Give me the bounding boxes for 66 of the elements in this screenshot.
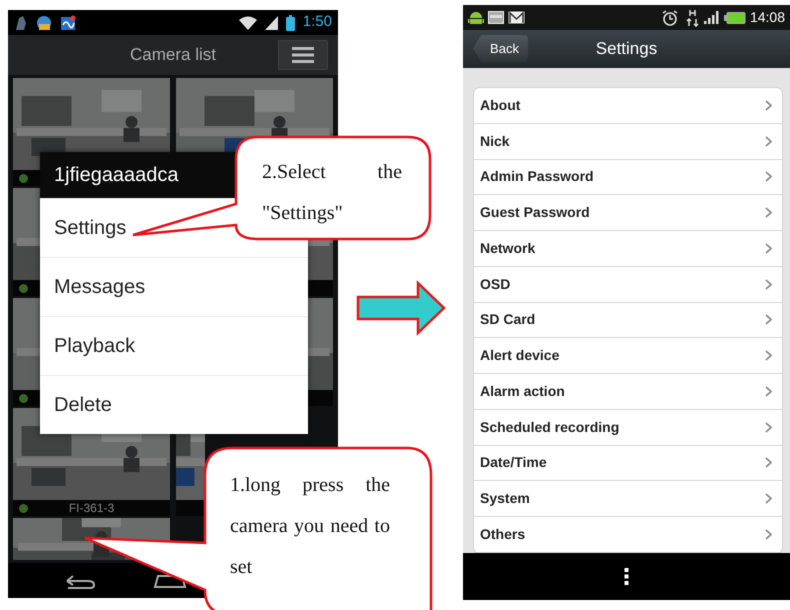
- menu-button[interactable]: [278, 40, 328, 70]
- chevron-icon: [765, 171, 772, 182]
- settings-label: Network: [480, 238, 536, 258]
- chevron-icon: [765, 528, 772, 540]
- chevron-icon: [765, 278, 772, 290]
- list-row[interactable]: About: [474, 88, 782, 124]
- right-arrow-icon: [356, 280, 448, 336]
- mail-icon: [508, 11, 525, 24]
- menu-item[interactable]: Playback: [40, 316, 308, 375]
- settings-label: Alarm action: [480, 382, 565, 401]
- list-row[interactable]: Scheduled recording: [474, 410, 782, 446]
- alarm-clock-icon: [662, 10, 678, 26]
- list-row[interactable]: Network: [474, 231, 782, 267]
- back-button[interactable]: Back: [473, 35, 528, 62]
- android-icon: [468, 10, 484, 24]
- data-arrows-icon: [686, 8, 700, 26]
- list-row[interactable]: System: [474, 481, 782, 517]
- list-row[interactable]: Nick: [474, 124, 782, 160]
- chevron-icon: [765, 242, 772, 254]
- status-time: 1:50: [302, 12, 332, 32]
- callout-text: 1.long press the camera you need to set: [230, 473, 390, 580]
- signal-icon: [704, 11, 720, 24]
- chevron-icon: [765, 314, 772, 326]
- menu-icon: [292, 47, 314, 63]
- menu-item[interactable]: Messages: [40, 257, 308, 316]
- list-row[interactable]: Alarm action: [474, 374, 782, 410]
- app-icon: [14, 14, 28, 30]
- list-row[interactable]: Admin Password: [474, 160, 782, 196]
- settings-label: SD Card: [480, 310, 536, 330]
- settings-label: Guest Password: [480, 203, 590, 222]
- status-time: 14:08: [750, 8, 785, 27]
- settings-label: About: [480, 96, 520, 115]
- chevron-icon: [765, 457, 772, 468]
- settings-label: Nick: [480, 132, 510, 151]
- app-icon: [60, 14, 76, 30]
- chevron-icon: [765, 386, 772, 397]
- image-icon: [488, 11, 504, 24]
- screen-title: Settings: [596, 38, 658, 60]
- list-row[interactable]: OSD: [474, 266, 782, 302]
- battery-icon: [724, 12, 746, 24]
- screen-title: Camera list: [130, 44, 216, 66]
- app-icon: [36, 14, 52, 30]
- camera-label-bar: [176, 500, 205, 516]
- settings-label: Admin Password: [480, 167, 594, 186]
- chevron-icon: [765, 422, 772, 433]
- settings-label: Alert device: [480, 346, 560, 366]
- camera-name: FI-361-3: [68, 500, 114, 517]
- battery-icon: [286, 14, 295, 30]
- list-row[interactable]: Date/Time: [474, 446, 782, 482]
- chevron-icon: [765, 493, 772, 504]
- chevron-icon: [765, 136, 772, 147]
- settings-label: Date/Time: [480, 453, 547, 472]
- settings-label: System: [480, 489, 530, 508]
- list-row[interactable]: Guest Password: [474, 195, 782, 231]
- list-row[interactable]: Alert device: [474, 338, 782, 374]
- overflow-menu-icon[interactable]: [624, 568, 629, 585]
- signal-icon: [264, 16, 278, 30]
- settings-label: Others: [480, 524, 526, 544]
- settings-label: OSD: [480, 274, 510, 294]
- chevron-icon: [765, 350, 772, 362]
- settings-label: Scheduled recording: [480, 418, 620, 437]
- chevron-icon: [765, 100, 772, 111]
- wifi-icon: [238, 16, 257, 30]
- menu-item[interactable]: Delete: [40, 375, 308, 434]
- chevron-icon: [765, 207, 772, 218]
- list-row[interactable]: SD Card: [474, 302, 782, 338]
